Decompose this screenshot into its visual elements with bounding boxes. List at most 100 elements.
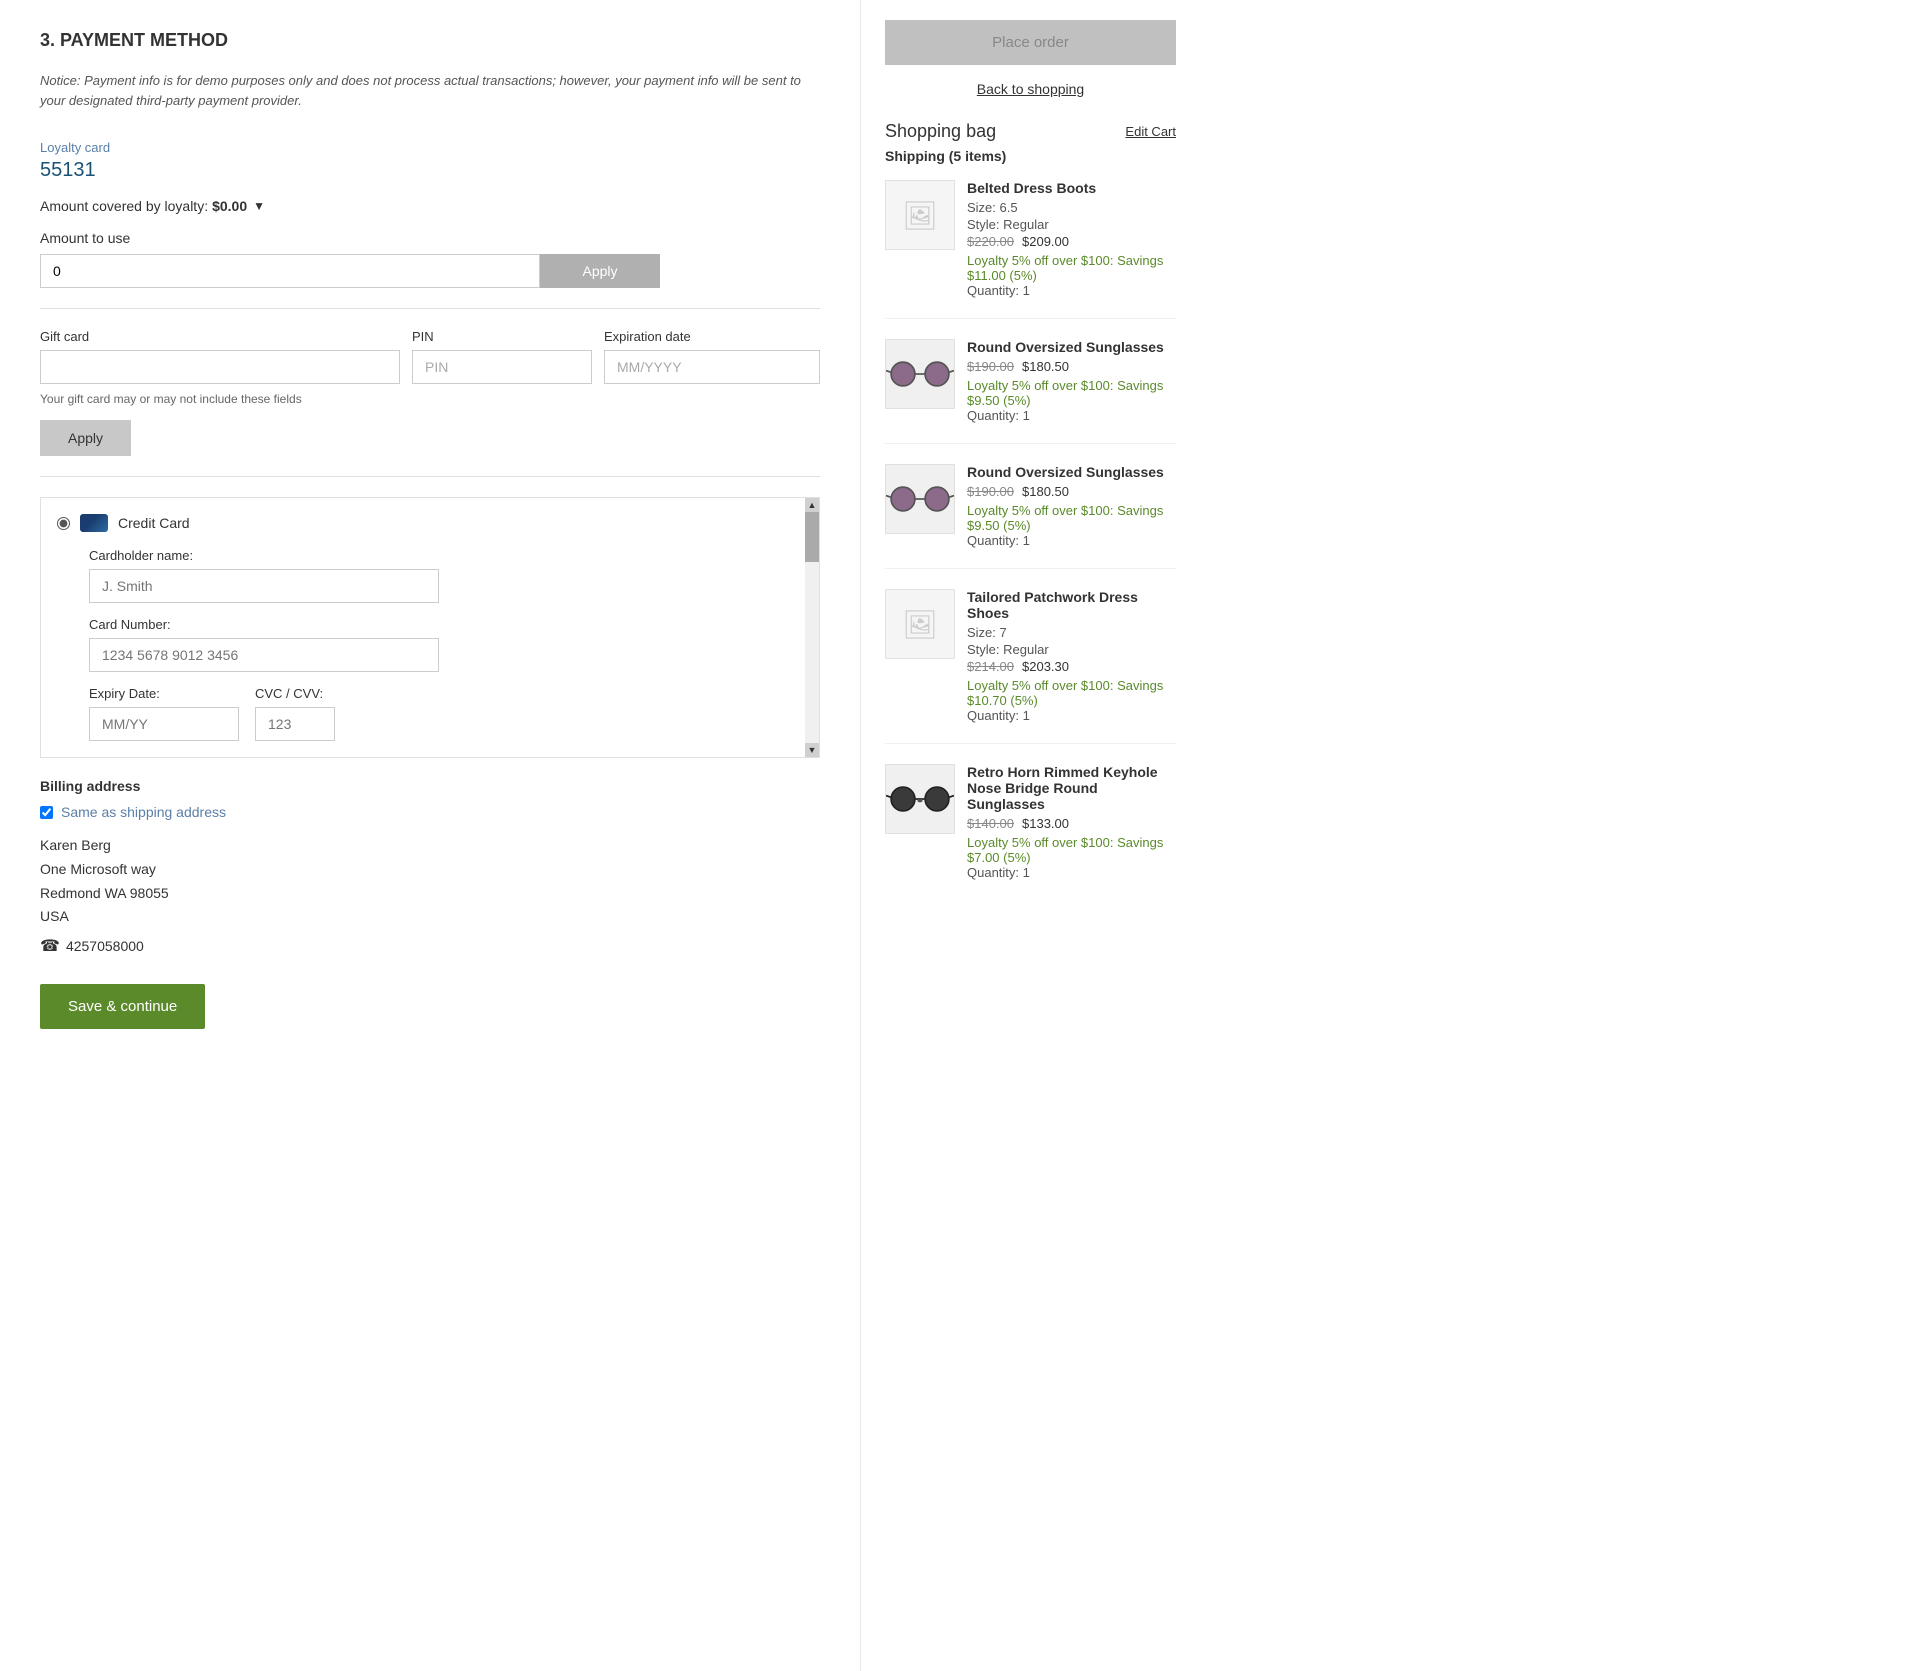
sale-price: $180.50 — [1022, 359, 1069, 374]
cvv-group: CVC / CVV: — [255, 686, 335, 741]
sale-price: $203.30 — [1022, 659, 1069, 674]
phone-row: ☎ 4257058000 — [40, 933, 820, 960]
scrollbar-track: ▲ ▼ — [805, 498, 819, 757]
original-price: $140.00 — [967, 816, 1014, 831]
gift-card-apply-button[interactable]: Apply — [40, 420, 131, 456]
pin-input[interactable] — [412, 350, 592, 384]
expiry-group: Expiry Date: — [89, 686, 239, 741]
item-image: 🖼 — [885, 180, 955, 250]
loyalty-card-number: 55131 — [40, 159, 820, 182]
same-shipping-checkbox[interactable] — [40, 806, 53, 819]
card-number-input[interactable] — [89, 638, 439, 672]
expiration-input[interactable] — [604, 350, 820, 384]
pin-label: PIN — [412, 329, 592, 344]
gift-card-label: Gift card — [40, 329, 400, 344]
phone-icon: ☎ — [40, 933, 60, 960]
original-price: $214.00 — [967, 659, 1014, 674]
loyalty-savings: Loyalty 5% off over $100: Savings $10.70… — [967, 678, 1176, 708]
address-block: Karen Berg One Microsoft way Redmond WA … — [40, 834, 820, 960]
loyalty-apply-button[interactable]: Apply — [540, 254, 660, 288]
price-row: $190.00 $180.50 — [967, 359, 1176, 374]
item-details: Belted Dress Boots Size: 6.5 Style: Regu… — [967, 180, 1176, 298]
item-quantity: Quantity: 1 — [967, 533, 1176, 548]
item-image — [885, 764, 955, 834]
edit-cart-link[interactable]: Edit Cart — [1125, 124, 1176, 139]
card-number-label: Card Number: — [89, 617, 799, 632]
sale-price: $209.00 — [1022, 234, 1069, 249]
scrollbar-thumb[interactable] — [805, 512, 819, 562]
chevron-down-icon[interactable]: ▼ — [253, 199, 265, 213]
original-price: $190.00 — [967, 484, 1014, 499]
main-content: 3. PAYMENT METHOD Notice: Payment info i… — [0, 0, 860, 1671]
item-name: Round Oversized Sunglasses — [967, 464, 1176, 480]
amount-row: Apply — [40, 254, 820, 288]
credit-card-radio[interactable] — [57, 517, 70, 530]
cart-item: Round Oversized Sunglasses $190.00 $180.… — [885, 464, 1176, 569]
gift-card-input-wrap: Gift card — [40, 329, 400, 384]
amount-covered-row: Amount covered by loyalty: $0.00 ▼ — [40, 198, 820, 214]
original-price: $190.00 — [967, 359, 1014, 374]
amount-covered-label: Amount covered by loyalty: — [40, 198, 208, 214]
back-to-shopping-link[interactable]: Back to shopping — [977, 81, 1084, 97]
cart-item: 🖼 Tailored Patchwork Dress Shoes Size: 7… — [885, 589, 1176, 744]
scrollbar-arrow-down[interactable]: ▼ — [805, 743, 819, 757]
item-style: Style: Regular — [967, 642, 1176, 657]
cardholder-label: Cardholder name: — [89, 548, 799, 563]
expiry-input[interactable] — [89, 707, 239, 741]
gift-card-input[interactable] — [40, 350, 400, 384]
amount-to-use-label: Amount to use — [40, 230, 820, 246]
scrollbar-arrow-up[interactable]: ▲ — [805, 498, 819, 512]
item-image — [885, 464, 955, 534]
price-row: $190.00 $180.50 — [967, 484, 1176, 499]
amount-input[interactable] — [40, 254, 540, 288]
loyalty-savings: Loyalty 5% off over $100: Savings $9.50 … — [967, 378, 1176, 408]
image-placeholder-icon: 🖼 — [902, 199, 938, 232]
section-title: 3. PAYMENT METHOD — [40, 30, 820, 51]
item-quantity: Quantity: 1 — [967, 865, 1176, 880]
credit-card-label: Credit Card — [118, 515, 190, 531]
image-placeholder-icon: 🖼 — [902, 608, 938, 641]
item-name: Belted Dress Boots — [967, 180, 1176, 196]
expiration-input-wrap: Expiration date — [604, 329, 820, 384]
gift-card-section: Gift card PIN Expiration date Your gift … — [40, 329, 820, 456]
gift-fields-row: Gift card PIN Expiration date — [40, 329, 820, 384]
same-shipping-label: Same as shipping address — [61, 804, 226, 820]
billing-address-line2: Redmond WA 98055 — [40, 882, 820, 906]
item-name: Tailored Patchwork Dress Shoes — [967, 589, 1176, 621]
pin-input-wrap: PIN — [412, 329, 592, 384]
cardholder-input[interactable] — [89, 569, 439, 603]
back-to-shopping: Back to shopping — [885, 81, 1176, 97]
loyalty-savings: Loyalty 5% off over $100: Savings $11.00… — [967, 253, 1176, 283]
loyalty-savings: Loyalty 5% off over $100: Savings $7.00 … — [967, 835, 1176, 865]
save-continue-button[interactable]: Save & continue — [40, 984, 205, 1029]
same-shipping-row: Same as shipping address — [40, 804, 820, 820]
item-quantity: Quantity: 1 — [967, 708, 1176, 723]
card-bottom-row: Expiry Date: CVC / CVV: — [89, 686, 799, 741]
cvv-input[interactable] — [255, 707, 335, 741]
cart-item: Round Oversized Sunglasses $190.00 $180.… — [885, 339, 1176, 444]
divider-1 — [40, 308, 820, 309]
cardholder-group: Cardholder name: — [89, 548, 799, 603]
item-size: Size: 7 — [967, 625, 1176, 640]
expiration-label: Expiration date — [604, 329, 820, 344]
cart-item: 🖼 Belted Dress Boots Size: 6.5 Style: Re… — [885, 180, 1176, 319]
expiry-label: Expiry Date: — [89, 686, 239, 701]
payment-notice: Notice: Payment info is for demo purpose… — [40, 71, 820, 110]
loyalty-card-label: Loyalty card — [40, 140, 820, 155]
gift-hint: Your gift card may or may not include th… — [40, 392, 820, 406]
credit-card-option: Credit Card — [57, 514, 799, 532]
shipping-label: Shipping (5 items) — [885, 148, 1176, 164]
item-details: Retro Horn Rimmed Keyhole Nose Bridge Ro… — [967, 764, 1176, 880]
cart-items-list: 🖼 Belted Dress Boots Size: 6.5 Style: Re… — [885, 180, 1176, 900]
original-price: $220.00 — [967, 234, 1014, 249]
place-order-button[interactable]: Place order — [885, 20, 1176, 65]
sale-price: $133.00 — [1022, 816, 1069, 831]
billing-phone: 4257058000 — [66, 935, 144, 959]
billing-address-line1: One Microsoft way — [40, 858, 820, 882]
amount-covered-value: $0.00 — [212, 198, 247, 214]
divider-2 — [40, 476, 820, 477]
item-details: Round Oversized Sunglasses $190.00 $180.… — [967, 464, 1176, 548]
billing-title: Billing address — [40, 778, 820, 794]
sunglasses-svg — [886, 354, 954, 394]
payment-method-section: ▲ ▼ Credit Card Cardholder name: Card — [40, 497, 820, 758]
